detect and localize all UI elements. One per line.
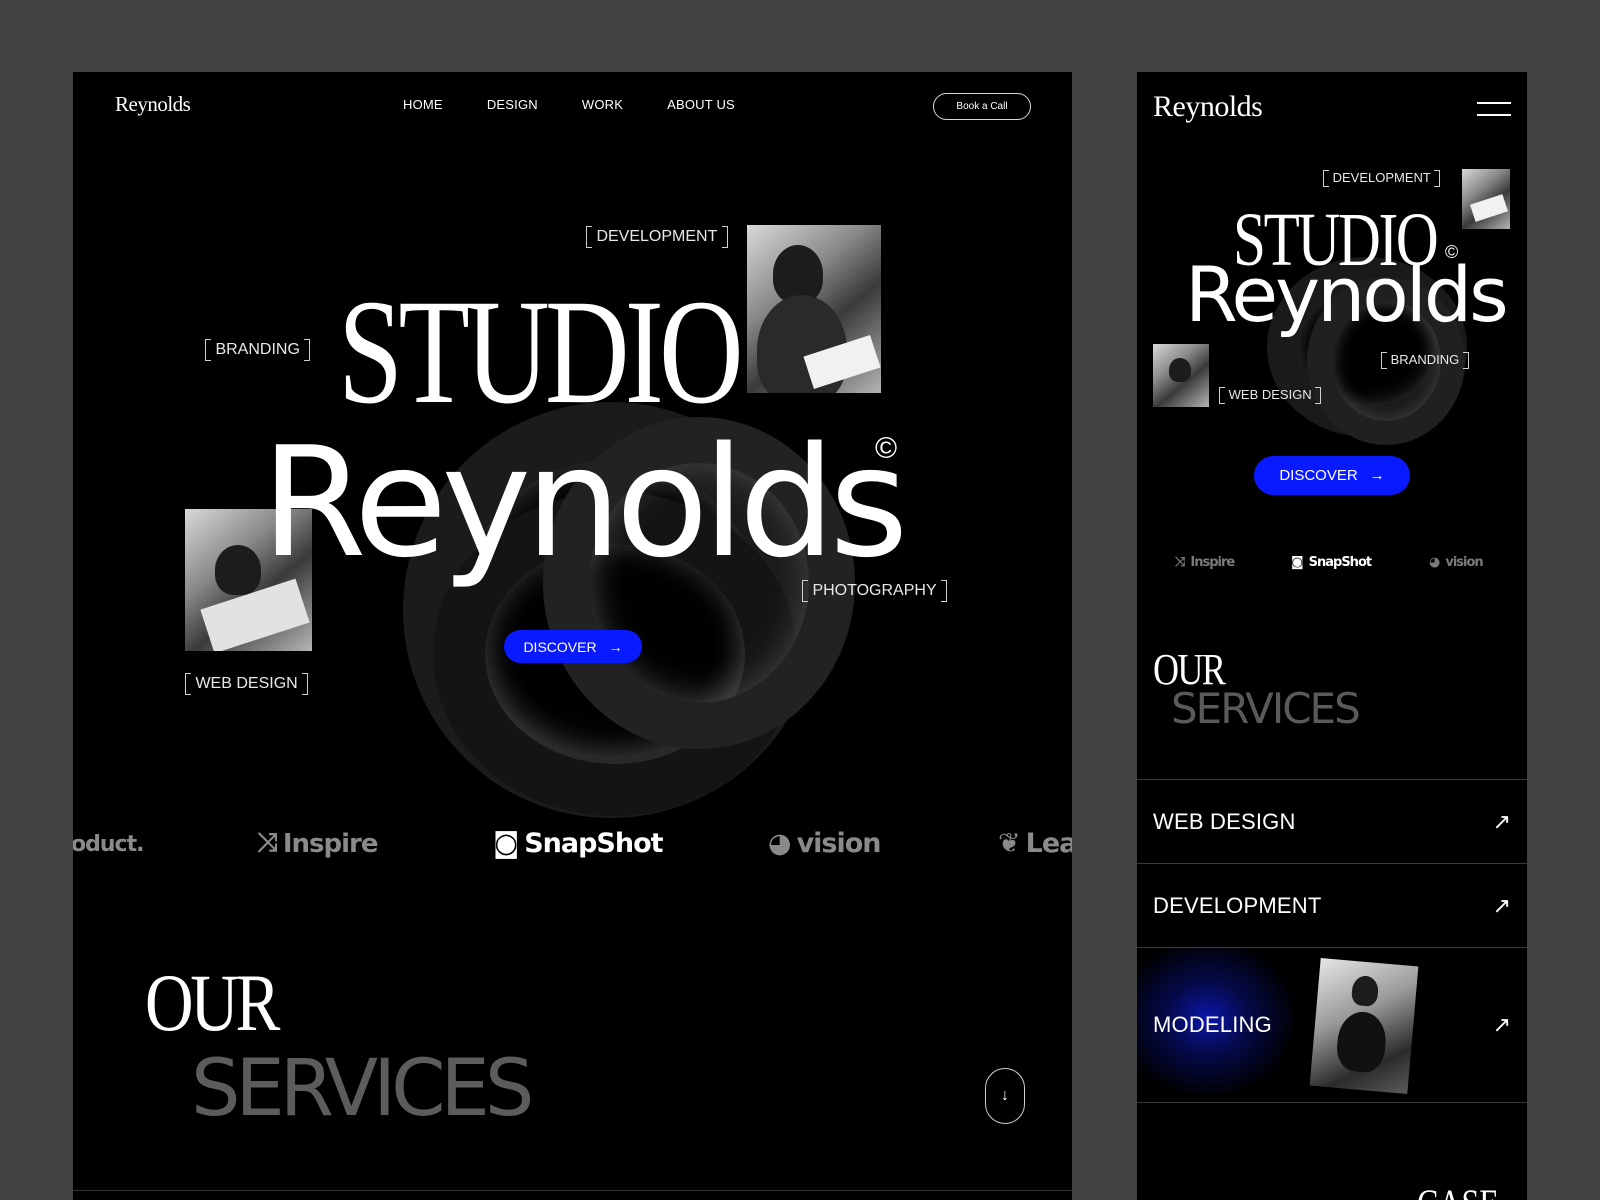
- developer-photo: [747, 225, 881, 393]
- mobile-hero-title-reynolds: Reynolds: [1185, 250, 1509, 339]
- service-label: MODELING: [1153, 1012, 1272, 1037]
- desktop-preview: Reynolds HOME DESIGN WORK ABOUT US Book …: [73, 72, 1072, 1200]
- hero-title-studio: STUDIO: [338, 269, 744, 435]
- mobile-brand-vision: ◕ vision: [1429, 555, 1484, 570]
- shuffle-icon: ⤨: [257, 828, 278, 858]
- mobile-preview: Reynolds STUDIO Reynolds © DEVELOPMENT B…: [1137, 72, 1527, 1200]
- service-label: WEB DESIGN: [1153, 808, 1296, 834]
- mobile-developer-photo: [1462, 169, 1510, 229]
- mobile-services-heading-services: SERVICES: [1171, 684, 1361, 733]
- vision-icon: ◕: [768, 828, 792, 859]
- mobile-logo[interactable]: Reynolds: [1153, 90, 1263, 124]
- arrow-right-icon: →: [1369, 467, 1385, 484]
- mobile-tag-branding: BRANDING: [1381, 352, 1469, 370]
- mobile-tag-web-design: WEB DESIGN: [1219, 387, 1322, 405]
- arrow-diagonal-icon: ↗: [1492, 892, 1511, 918]
- main-nav: HOME DESIGN WORK ABOUT US: [403, 97, 735, 112]
- brand-product: oduct.: [73, 832, 144, 857]
- service-divider: [1137, 1102, 1527, 1103]
- services-heading-our: OUR: [145, 957, 280, 1048]
- brand-snapshot: ◙ SnapShot: [493, 828, 664, 859]
- service-label: DEVELOPMENT: [1153, 892, 1322, 918]
- service-row-modeling[interactable]: MODELING ↗: [1137, 947, 1527, 1102]
- arrow-right-icon: →: [608, 638, 623, 655]
- nav-design[interactable]: DESIGN: [487, 97, 538, 112]
- nav-work[interactable]: WORK: [582, 97, 623, 112]
- nav-home[interactable]: HOME: [403, 97, 443, 112]
- model-photo: [1309, 957, 1419, 1095]
- brand-vision: ◕ vision: [768, 828, 882, 859]
- leaf-icon: ❦: [998, 828, 1021, 859]
- mobile-brand-snapshot: ◙ SnapShot: [1291, 555, 1372, 570]
- mobile-brand-inspire: ⤨ Inspire: [1175, 555, 1235, 570]
- brand-inspire: ⤨ Inspire: [257, 828, 378, 859]
- shuffle-icon: ⤨: [1175, 555, 1185, 570]
- brand-leaf: ❦Leaf: [998, 828, 1072, 859]
- case-heading: CASE: [1417, 1180, 1499, 1200]
- copyright-symbol: ©: [875, 432, 898, 465]
- services-heading-services: SERVICES: [191, 1044, 534, 1134]
- arrow-diagonal-icon: ↗: [1492, 808, 1511, 834]
- mobile-web-designer-photo: [1153, 344, 1209, 407]
- camera-icon: ◙: [1291, 555, 1304, 570]
- mobile-copyright-symbol: ©: [1445, 242, 1459, 262]
- book-call-button[interactable]: Book a Call: [933, 93, 1031, 120]
- vision-icon: ◕: [1429, 555, 1440, 570]
- arrow-diagonal-icon: ↗: [1492, 1012, 1511, 1037]
- section-divider: [73, 1190, 1072, 1191]
- tag-branding: BRANDING: [205, 339, 311, 361]
- tag-photography: PHOTOGRAPHY: [802, 580, 947, 602]
- hamburger-icon[interactable]: [1477, 102, 1511, 120]
- service-row-web-design[interactable]: WEB DESIGN ↗: [1137, 779, 1527, 863]
- hero-title-reynolds: Reynolds: [261, 414, 908, 591]
- service-row-development[interactable]: DEVELOPMENT ↗: [1137, 863, 1527, 947]
- tag-development: DEVELOPMENT: [586, 226, 728, 248]
- camera-icon: ◙: [493, 828, 519, 859]
- mobile-tag-development: DEVELOPMENT: [1323, 170, 1441, 188]
- scroll-down-button[interactable]: ↓: [985, 1068, 1025, 1124]
- nav-about-us[interactable]: ABOUT US: [667, 97, 735, 112]
- arrow-down-icon: ↓: [1001, 1087, 1009, 1104]
- tag-web-design: WEB DESIGN: [185, 673, 309, 695]
- site-logo[interactable]: Reynolds: [115, 92, 191, 117]
- mobile-discover-button[interactable]: DISCOVER →: [1254, 456, 1410, 495]
- discover-button[interactable]: DISCOVER →: [504, 630, 642, 663]
